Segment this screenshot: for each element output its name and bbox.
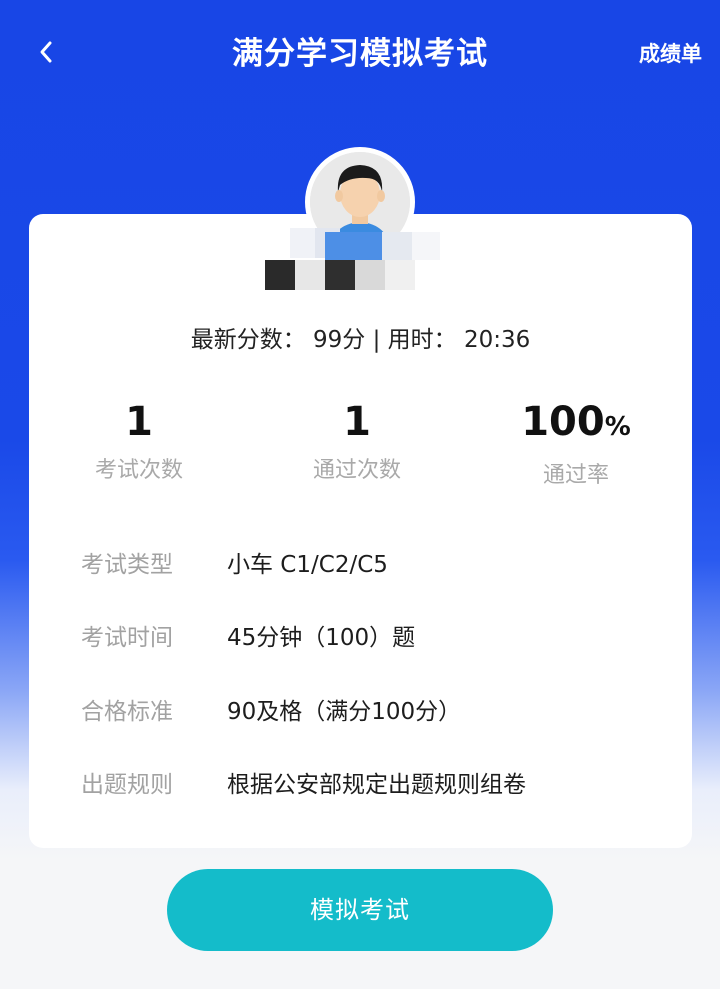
start-mock-exam-button[interactable]: 模拟考试 <box>167 869 553 951</box>
info-row-question-rule: 出题规则 根据公安部规定出题规则组卷 <box>81 765 526 799</box>
stat-label: 通过次数 <box>312 458 401 483</box>
info-row-pass-standard: 合格标准 90及格（满分100分） <box>81 692 461 726</box>
page-title: 满分学习模拟考试 <box>232 36 488 72</box>
stat-label: 通过率 <box>542 463 609 488</box>
info-value: 根据公安部规定出题规则组卷 <box>227 772 526 798</box>
info-row-exam-time: 考试时间 45分钟（100）题 <box>81 618 415 652</box>
info-key: 出题规则 <box>81 772 173 798</box>
top-bar: 满分学习模拟考试 成绩单 <box>0 0 720 100</box>
info-key: 合格标准 <box>81 699 173 725</box>
stat-value: 100% <box>466 400 686 449</box>
info-value: 90及格（满分100分） <box>227 699 462 725</box>
info-row-exam-type: 考试类型 小车 C1/C2/C5 <box>81 545 388 579</box>
stat-exam-count: 1 考试次数 <box>29 400 249 484</box>
stat-label: 考试次数 <box>94 458 183 483</box>
username-mosaic <box>265 228 440 290</box>
report-card-link[interactable]: 成绩单 <box>639 38 702 68</box>
info-value: 小车 C1/C2/C5 <box>227 552 388 578</box>
latest-score-value: 99分 <box>313 327 366 353</box>
separator: | <box>372 327 381 353</box>
info-value: 45分钟（100）题 <box>227 625 416 651</box>
exam-summary-card: 最新分数： 99分 | 用时： 20:36 1 考试次数 1 通过次数 100%… <box>29 214 692 848</box>
stat-pass-rate: 100% 通过率 <box>466 400 686 489</box>
time-label: 用时 <box>387 327 434 353</box>
stat-value: 1 <box>343 399 371 445</box>
stat-value: 1 <box>125 399 153 445</box>
time-value: 20:36 <box>463 327 531 353</box>
latest-score-line: 最新分数： 99分 | 用时： 20:36 <box>190 327 531 353</box>
stat-pass-count: 1 通过次数 <box>247 400 467 484</box>
info-key: 考试类型 <box>81 552 173 578</box>
info-key: 考试时间 <box>81 625 173 651</box>
latest-score-label: 最新分数 <box>190 327 283 353</box>
pass-rate-number: 100 <box>521 399 605 445</box>
pass-rate-unit: % <box>604 412 631 442</box>
